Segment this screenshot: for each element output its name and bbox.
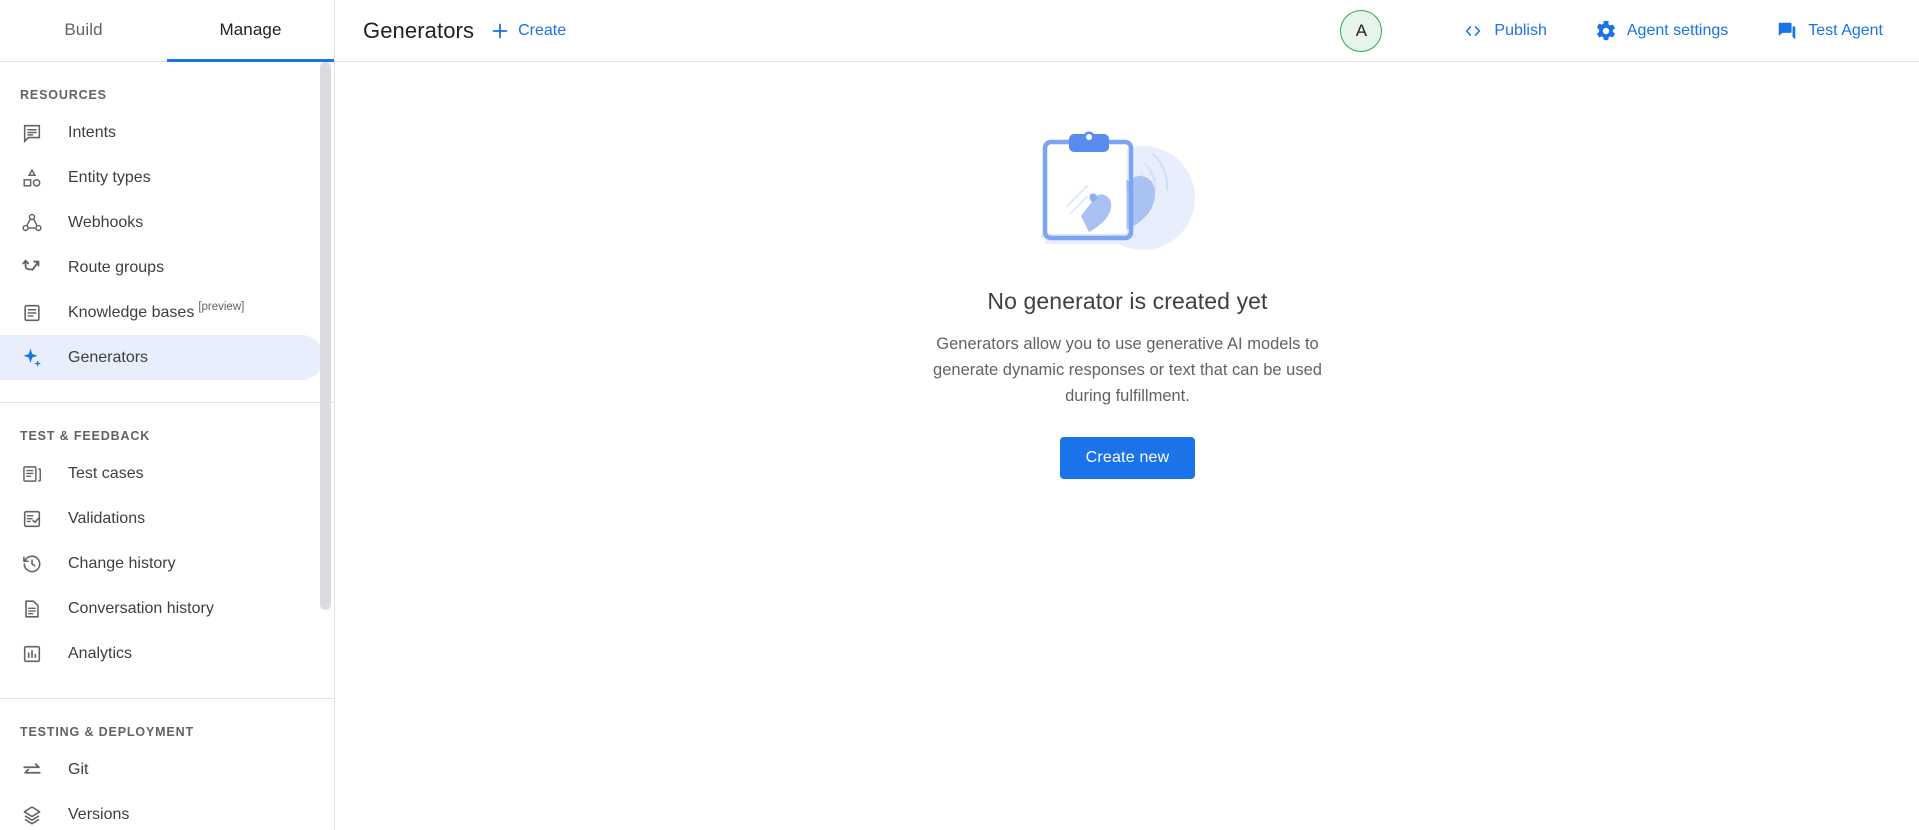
app-root: Build Manage Generators Create A — [0, 0, 1919, 830]
create-link-label: Create — [518, 22, 566, 40]
sidebar-item-conversation-history[interactable]: Conversation history — [0, 586, 324, 631]
tab-manage-label: Manage — [219, 20, 281, 40]
tab-build-label: Build — [64, 20, 102, 40]
sidebar-section-test-feedback: TEST & FEEDBACK Test cases Validations Chan… — [0, 403, 334, 699]
create-new-button[interactable]: Create new — [1060, 437, 1196, 479]
git-icon — [20, 758, 44, 782]
test-cases-icon — [20, 462, 44, 486]
generators-sparkle-icon — [20, 346, 44, 370]
knowledge-bases-icon — [20, 301, 44, 325]
sidebar-item-entity-types[interactable]: Entity types — [0, 155, 324, 200]
sidebar-section-title: RESOURCES — [0, 62, 334, 110]
empty-state-title: No generator is created yet — [987, 288, 1267, 315]
gear-icon — [1595, 20, 1617, 42]
empty-state: No generator is created yet Generators a… — [868, 120, 1388, 479]
sidebar-item-label: Generators — [68, 350, 148, 366]
avatar-initial: A — [1356, 21, 1367, 41]
sidebar: RESOURCES Intents Entity types Webhooks Rout… — [0, 62, 335, 830]
sidebar-item-label: Conversation history — [68, 601, 214, 617]
sidebar-section-testing-deployment: TESTING & DEPLOYMENT Git Versions — [0, 699, 334, 830]
entity-types-icon — [20, 166, 44, 190]
route-groups-icon — [20, 256, 44, 280]
sidebar-item-git[interactable]: Git — [0, 747, 324, 792]
sidebar-item-versions[interactable]: Versions — [0, 792, 324, 830]
test-agent-label: Test Agent — [1808, 22, 1883, 40]
sidebar-item-route-groups[interactable]: Route groups — [0, 245, 324, 290]
sidebar-item-label: Test cases — [68, 466, 144, 482]
sidebar-item-label: Entity types — [68, 170, 151, 186]
publish-label: Publish — [1494, 22, 1546, 40]
conversation-history-icon — [20, 597, 44, 621]
sidebar-item-validations[interactable]: Validations — [0, 496, 324, 541]
mode-tabs: Build Manage — [0, 0, 335, 62]
analytics-icon — [20, 642, 44, 666]
sidebar-item-label: Change history — [68, 556, 176, 572]
webhooks-icon — [20, 211, 44, 235]
intents-icon — [20, 121, 44, 145]
sidebar-item-label: Validations — [68, 511, 145, 527]
sidebar-item-intents[interactable]: Intents — [0, 110, 324, 155]
sidebar-item-label: Knowledge bases — [68, 305, 194, 321]
page-header: Generators Create — [363, 18, 566, 44]
avatar[interactable]: A — [1340, 10, 1382, 52]
sidebar-item-test-cases[interactable]: Test cases — [0, 451, 324, 496]
sidebar-scrollbar-thumb[interactable] — [320, 62, 331, 610]
versions-icon — [20, 803, 44, 827]
sidebar-section-resources: RESOURCES Intents Entity types Webhooks Rout… — [0, 62, 334, 403]
sidebar-item-label: Intents — [68, 125, 116, 141]
change-history-icon — [20, 552, 44, 576]
main-content: No generator is created yet Generators a… — [336, 62, 1919, 830]
sidebar-item-knowledge-bases[interactable]: Knowledge bases [preview] — [0, 290, 324, 335]
header-right: Generators Create A — [335, 0, 1919, 61]
plus-icon — [490, 21, 510, 41]
sidebar-item-label: Webhooks — [68, 215, 143, 231]
sidebar-section-title: TESTING & DEPLOYMENT — [0, 699, 334, 747]
sidebar-item-label: Analytics — [68, 646, 132, 662]
sidebar-item-label: Git — [68, 762, 88, 778]
sidebar-scrollbar-track[interactable] — [320, 62, 332, 830]
sidebar-section-title: TEST & FEEDBACK — [0, 403, 334, 451]
top-bar-actions: A Publish Agent — [1340, 0, 1893, 62]
create-link[interactable]: Create — [490, 21, 566, 41]
sidebar-item-label: Route groups — [68, 260, 164, 276]
sidebar-item-label: Versions — [68, 807, 129, 823]
clipboard-hand-illustration — [1033, 120, 1223, 270]
empty-state-description: Generators allow you to use generative A… — [928, 331, 1328, 409]
test-agent-button[interactable]: Test Agent — [1766, 12, 1893, 50]
sidebar-item-analytics[interactable]: Analytics — [0, 631, 324, 676]
code-brackets-icon — [1462, 20, 1484, 42]
sidebar-item-generators[interactable]: Generators — [0, 335, 324, 380]
page-title: Generators — [363, 18, 474, 44]
validations-icon — [20, 507, 44, 531]
agent-settings-label: Agent settings — [1627, 22, 1728, 40]
sidebar-item-change-history[interactable]: Change history — [0, 541, 324, 586]
sidebar-item-webhooks[interactable]: Webhooks — [0, 200, 324, 245]
agent-settings-button[interactable]: Agent settings — [1585, 12, 1738, 50]
publish-button[interactable]: Publish — [1452, 12, 1556, 50]
tab-manage[interactable]: Manage — [167, 0, 334, 62]
top-bar: Build Manage Generators Create A — [0, 0, 1919, 62]
tab-build[interactable]: Build — [0, 0, 167, 62]
sidebar-item-preview-badge: [preview] — [198, 301, 244, 313]
chat-bubble-icon — [1776, 20, 1798, 42]
